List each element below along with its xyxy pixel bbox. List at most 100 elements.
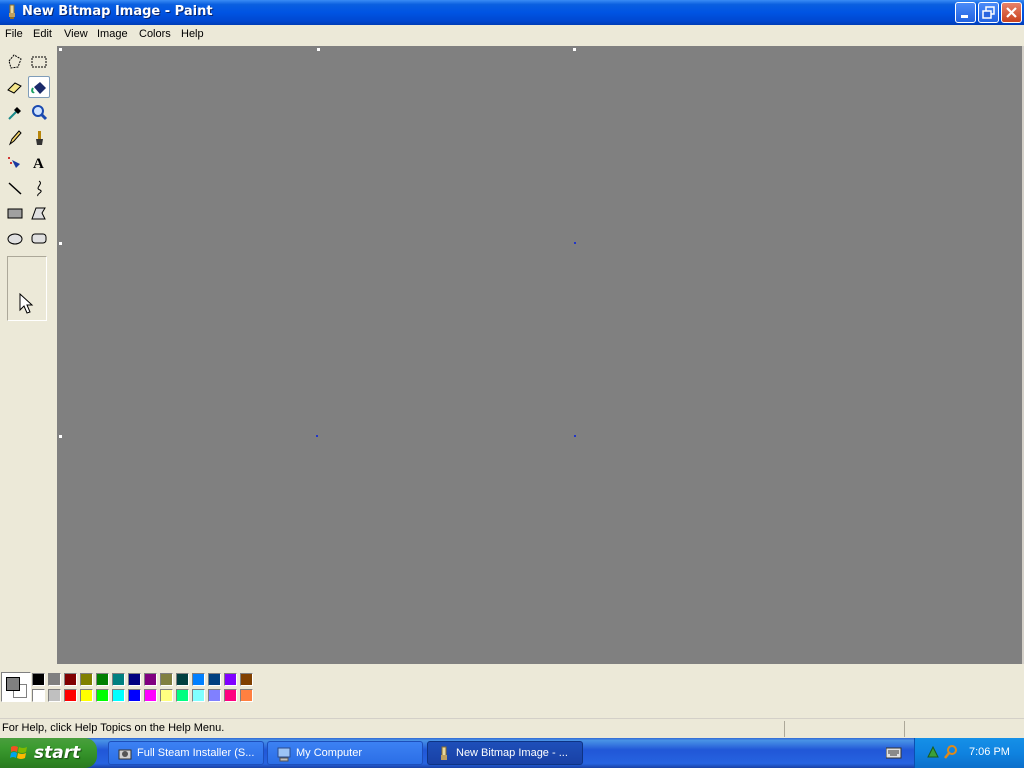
start-label: start bbox=[34, 743, 81, 763]
menu-edit[interactable]: Edit bbox=[33, 28, 52, 40]
close-icon bbox=[1006, 7, 1017, 18]
pick-color-tool[interactable] bbox=[4, 102, 26, 124]
color-swatch[interactable] bbox=[48, 689, 61, 702]
mouse-cursor-icon bbox=[19, 293, 34, 314]
color-swatch[interactable] bbox=[208, 673, 221, 686]
color-swatch[interactable] bbox=[64, 673, 77, 686]
color-swatch[interactable] bbox=[240, 689, 253, 702]
eraser-icon bbox=[7, 82, 22, 94]
restore-icon bbox=[982, 6, 995, 19]
pencil-icon bbox=[8, 130, 22, 146]
line-icon bbox=[8, 182, 22, 195]
free-form-select-tool[interactable] bbox=[4, 51, 26, 73]
status-bar: For Help, click Help Topics on the Help … bbox=[0, 718, 1024, 739]
polygon-tool[interactable] bbox=[28, 202, 50, 224]
canvas-resize-handle bbox=[59, 242, 62, 245]
color-swatch[interactable] bbox=[208, 689, 221, 702]
network-icon[interactable] bbox=[925, 744, 941, 760]
eraser-tool[interactable] bbox=[4, 76, 26, 98]
free-form-select-icon bbox=[8, 54, 22, 69]
color-swatch[interactable] bbox=[128, 673, 141, 686]
magnifier-icon bbox=[32, 105, 48, 121]
title-bar: New Bitmap Image - Paint bbox=[0, 0, 1024, 25]
color-swatch[interactable] bbox=[112, 689, 125, 702]
minimize-icon bbox=[961, 15, 968, 18]
pencil-tool[interactable] bbox=[4, 127, 26, 149]
menu-bar: File Edit View Image Colors Help bbox=[0, 25, 1024, 45]
task-my-computer[interactable]: My Computer bbox=[267, 741, 423, 765]
window-title: New Bitmap Image - Paint bbox=[22, 4, 213, 19]
color-swatch[interactable] bbox=[32, 689, 45, 702]
fill-with-color-icon bbox=[31, 82, 46, 94]
rectangle-tool[interactable] bbox=[4, 202, 26, 224]
color-swatch[interactable] bbox=[176, 689, 189, 702]
color-swatch[interactable] bbox=[48, 673, 61, 686]
canvas-resize-handle[interactable] bbox=[574, 435, 576, 437]
color-swatch[interactable] bbox=[224, 689, 237, 702]
rounded-rectangle-tool[interactable] bbox=[28, 227, 50, 249]
color-swatch[interactable] bbox=[192, 689, 205, 702]
search-icon[interactable] bbox=[943, 744, 959, 760]
color-swatch[interactable] bbox=[144, 689, 157, 702]
color-swatch[interactable] bbox=[32, 673, 45, 686]
menu-help[interactable]: Help bbox=[181, 28, 204, 40]
restore-button[interactable] bbox=[978, 2, 999, 23]
fill-with-color-tool[interactable] bbox=[28, 76, 50, 98]
color-swatch[interactable] bbox=[96, 689, 109, 702]
canvas-resize-handle bbox=[317, 48, 320, 51]
start-button[interactable]: start bbox=[0, 738, 97, 768]
magnifier-tool[interactable] bbox=[28, 102, 50, 124]
color-swatch[interactable] bbox=[224, 673, 237, 686]
color-swatch[interactable] bbox=[128, 689, 141, 702]
brush-tool[interactable] bbox=[28, 127, 50, 149]
color-swatch[interactable] bbox=[192, 673, 205, 686]
paint-icon bbox=[441, 746, 447, 760]
menu-file[interactable]: File bbox=[5, 28, 23, 40]
keyboard-icon[interactable] bbox=[886, 747, 902, 759]
color-swatch[interactable] bbox=[64, 689, 77, 702]
color-swatch[interactable] bbox=[96, 673, 109, 686]
select-tool[interactable] bbox=[28, 51, 50, 73]
toolbox: A bbox=[0, 46, 56, 664]
color-swatch[interactable] bbox=[160, 673, 173, 686]
airbrush-icon bbox=[8, 157, 20, 168]
installer-icon bbox=[118, 749, 132, 760]
windows-logo-icon bbox=[10, 746, 27, 759]
minimize-button[interactable] bbox=[955, 2, 976, 23]
color-swatch[interactable] bbox=[176, 673, 189, 686]
color-swatch[interactable] bbox=[112, 673, 125, 686]
canvas-resize-handle bbox=[59, 435, 62, 438]
task-new-bitmap-image[interactable]: New Bitmap Image - ... bbox=[427, 741, 583, 765]
menu-view[interactable]: View bbox=[64, 28, 88, 40]
color-swatch[interactable] bbox=[160, 689, 173, 702]
brush-icon bbox=[36, 131, 43, 145]
foreground-color bbox=[6, 677, 20, 691]
color-swatch[interactable] bbox=[240, 673, 253, 686]
line-tool[interactable] bbox=[4, 177, 26, 199]
color-swatch[interactable] bbox=[80, 689, 93, 702]
color-swatch[interactable] bbox=[80, 673, 93, 686]
current-colors[interactable] bbox=[1, 672, 31, 702]
polygon-icon bbox=[31, 207, 46, 220]
rounded-rectangle-icon bbox=[31, 233, 47, 244]
color-box bbox=[0, 664, 1024, 714]
tool-options-box[interactable] bbox=[7, 256, 47, 321]
text-tool[interactable]: A bbox=[28, 152, 50, 174]
clock: 7:06 PM bbox=[969, 746, 1010, 758]
svg-text:A: A bbox=[33, 156, 44, 172]
close-button[interactable] bbox=[1001, 2, 1022, 23]
curve-tool[interactable] bbox=[28, 177, 50, 199]
color-swatch[interactable] bbox=[144, 673, 157, 686]
canvas-area[interactable] bbox=[57, 46, 1024, 664]
computer-icon bbox=[277, 747, 291, 762]
menu-colors[interactable]: Colors bbox=[139, 28, 171, 40]
canvas-resize-handle[interactable] bbox=[574, 242, 576, 244]
menu-image[interactable]: Image bbox=[97, 28, 128, 40]
ellipse-tool[interactable] bbox=[4, 227, 26, 249]
rectangle-icon bbox=[7, 208, 23, 219]
task-full-steam-installer[interactable]: Full Steam Installer (S... bbox=[108, 741, 264, 765]
system-tray: 7:06 PM bbox=[914, 738, 1024, 768]
paint-app-icon[interactable] bbox=[4, 4, 20, 20]
canvas-resize-handle[interactable] bbox=[316, 435, 318, 437]
airbrush-tool[interactable] bbox=[4, 152, 26, 174]
